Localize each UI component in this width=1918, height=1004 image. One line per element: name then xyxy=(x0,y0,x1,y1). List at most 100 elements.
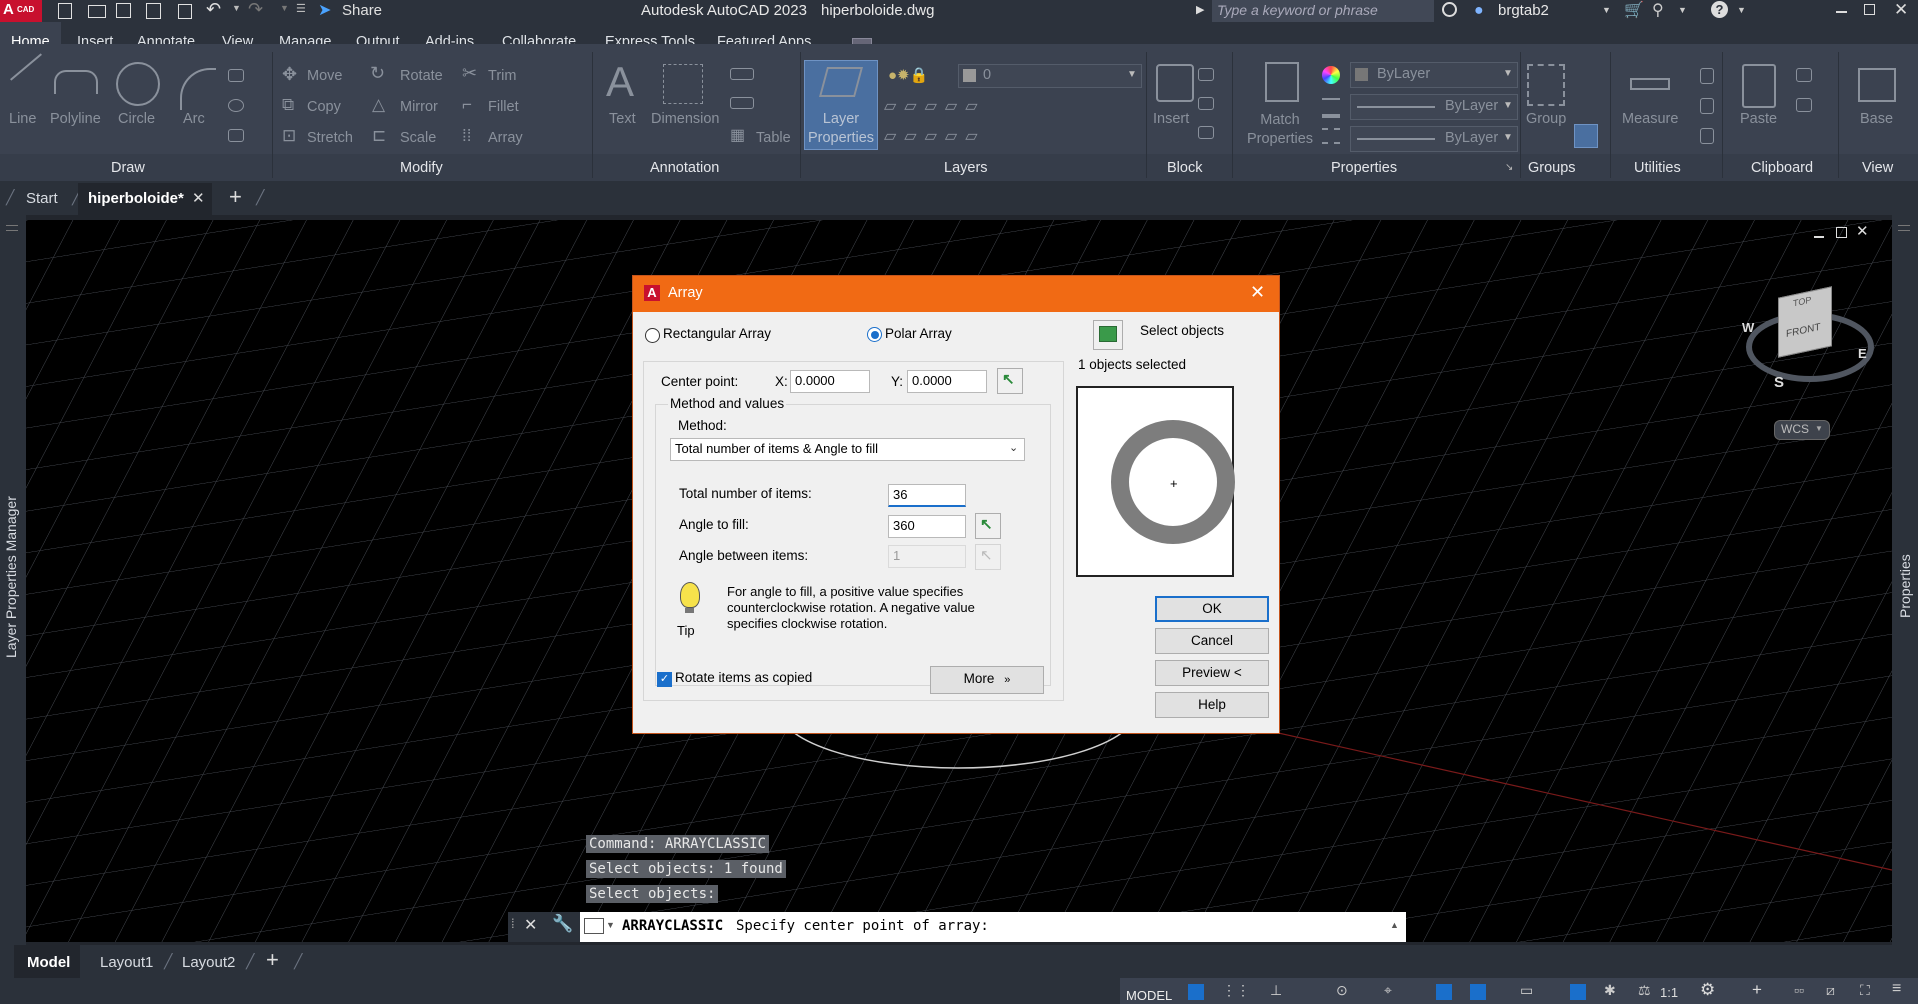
panel-launcher-icon[interactable]: ↘ xyxy=(1505,162,1513,173)
base-view-icon[interactable] xyxy=(1858,68,1896,102)
lineweight-toggle-icon[interactable]: ▭ xyxy=(1520,982,1533,999)
wcs-menu[interactable]: WCS ▼ xyxy=(1774,420,1830,440)
viewcube-east[interactable]: E xyxy=(1858,346,1867,361)
customize-qat-icon[interactable]: ☰ xyxy=(296,2,306,15)
rectangle-icon[interactable] xyxy=(228,69,244,82)
open-folder-icon[interactable] xyxy=(88,5,106,18)
properties-panel-title[interactable]: Properties xyxy=(1331,160,1397,176)
quick-select-icon[interactable] xyxy=(1700,128,1714,144)
line-tool[interactable]: Line xyxy=(9,111,36,127)
polar-array-label[interactable]: Polar Array xyxy=(885,326,952,341)
fillet-icon[interactable]: ⌐ xyxy=(462,95,472,115)
clean-screen-icon[interactable]: ⛶ xyxy=(1860,982,1870,999)
circle-icon[interactable] xyxy=(116,62,160,106)
viewcube-west[interactable]: W xyxy=(1742,320,1754,335)
new-file-icon[interactable] xyxy=(58,3,72,19)
annotation-scale-icon[interactable]: ⚖ xyxy=(1638,982,1651,999)
annotation-scale-value[interactable]: 1:1 xyxy=(1660,985,1678,1000)
rectangular-array-radio[interactable] xyxy=(645,328,660,343)
group-tool[interactable]: Group xyxy=(1526,111,1566,127)
layer-properties-button[interactable]: Layer Properties xyxy=(804,60,878,150)
group-icon[interactable] xyxy=(1527,64,1565,106)
command-prompt[interactable]: Specify center point of array: xyxy=(736,918,989,934)
viewcube-top[interactable]: TOP xyxy=(1793,295,1811,309)
share-icon[interactable]: ➤ xyxy=(318,0,331,20)
linetype-icon[interactable] xyxy=(1322,128,1340,144)
multileader-icon[interactable] xyxy=(730,97,754,109)
osnap-icon[interactable]: ⌖ xyxy=(1384,982,1392,999)
snap-icon[interactable]: ⋮⋮ xyxy=(1222,982,1250,999)
model-space-toggle[interactable]: MODEL xyxy=(1126,988,1172,1003)
dialog-title-bar[interactable]: A Array ✕ xyxy=(633,276,1279,312)
text-icon[interactable]: A xyxy=(606,58,634,106)
command-history-toggle-icon[interactable]: ▲ xyxy=(1390,920,1399,930)
properties-palette-label[interactable]: Properties xyxy=(1897,548,1913,618)
stretch-tool[interactable]: Stretch xyxy=(307,130,353,146)
polyline-tool[interactable]: Polyline xyxy=(50,111,101,127)
draw-panel-title[interactable]: Draw xyxy=(111,160,145,176)
viewcube-front[interactable]: FRONT xyxy=(1786,322,1820,340)
properties-palette[interactable]: Properties xyxy=(1892,215,1918,945)
layer-tools-row-1[interactable]: ▱▱▱▱▱ xyxy=(884,96,986,116)
drag-handle-icon[interactable]: ⁞ xyxy=(511,916,515,931)
method-select[interactable]: Total number of items & Angle to fill ⌄ xyxy=(670,438,1025,461)
user-dropdown-icon[interactable]: ▼ xyxy=(1602,5,1611,15)
units-icon[interactable]: ▫▫ xyxy=(1794,982,1804,998)
help-dropdown-icon[interactable]: ▼ xyxy=(1737,5,1746,15)
pick-center-point-button[interactable]: ↖ xyxy=(997,368,1023,394)
table-tool[interactable]: Table xyxy=(756,130,791,146)
annotation-monitor-icon[interactable]: + xyxy=(1752,980,1762,1000)
expand-arrow-icon[interactable]: ▶ xyxy=(1196,3,1204,16)
help-button[interactable]: Help xyxy=(1155,692,1269,718)
restore-window-icon[interactable] xyxy=(1864,4,1875,15)
match-properties-icon[interactable] xyxy=(1265,62,1299,102)
arc-tool[interactable]: Arc xyxy=(183,111,205,127)
center-y-field[interactable]: 0.0000 xyxy=(907,370,987,393)
circle-tool[interactable]: Circle xyxy=(118,111,155,127)
modify-panel-title[interactable]: Modify xyxy=(400,160,443,176)
new-layout-icon[interactable]: + xyxy=(266,947,279,973)
color-dropdown[interactable]: ByLayer ▼ xyxy=(1350,62,1518,88)
command-prompt-icon[interactable] xyxy=(584,918,604,934)
copy-clip-icon[interactable] xyxy=(1796,98,1812,112)
fillet-tool[interactable]: Fillet xyxy=(488,99,519,115)
move-tool[interactable]: Move xyxy=(307,68,342,84)
selection-cycling-icon[interactable] xyxy=(1470,984,1486,1000)
edit-block-icon[interactable] xyxy=(1198,97,1214,110)
ok-button[interactable]: OK xyxy=(1155,596,1269,622)
tab-model[interactable]: Model xyxy=(14,945,80,978)
save-as-icon[interactable] xyxy=(146,3,161,19)
linetype-dropdown[interactable]: ByLayer ▼ xyxy=(1350,126,1518,152)
rotate-items-label[interactable]: Rotate items as copied xyxy=(675,670,812,685)
help-icon[interactable]: ? xyxy=(1711,1,1728,18)
minimize-window-icon[interactable] xyxy=(1836,11,1847,13)
polar-icon[interactable]: ⊙ xyxy=(1336,982,1348,999)
tab-layout2[interactable]: Layout2 xyxy=(182,954,235,971)
user-name[interactable]: brgtab2 xyxy=(1498,2,1549,19)
table-icon[interactable]: ▦ xyxy=(730,125,745,145)
stretch-icon[interactable]: ⊡ xyxy=(282,126,296,146)
search-icon[interactable] xyxy=(1442,2,1457,17)
calculator-icon[interactable] xyxy=(1700,68,1714,84)
groups-panel-title[interactable]: Groups xyxy=(1528,160,1576,176)
rotate-icon[interactable]: ↻ xyxy=(370,63,385,84)
undo-icon[interactable]: ↶ xyxy=(206,0,221,20)
copy-icon[interactable]: ⧉ xyxy=(282,95,294,115)
utilities-panel-title[interactable]: Utilities xyxy=(1634,160,1681,176)
more-button[interactable]: More » xyxy=(930,666,1044,694)
customize-icon[interactable]: 🔧 xyxy=(552,914,573,934)
connect-dropdown-icon[interactable]: ▼ xyxy=(1678,5,1687,15)
copy-tool[interactable]: Copy xyxy=(307,99,341,115)
preview-button[interactable]: Preview < xyxy=(1155,660,1269,686)
clipboard-panel-title[interactable]: Clipboard xyxy=(1751,160,1813,176)
measure-tool[interactable]: Measure xyxy=(1622,111,1678,127)
save-icon[interactable] xyxy=(116,3,131,18)
dynamic-input-icon[interactable] xyxy=(1436,984,1452,1000)
viewport-minimize-icon[interactable] xyxy=(1814,236,1824,238)
close-command-line-icon[interactable]: ✕ xyxy=(524,915,537,935)
select-objects-button[interactable] xyxy=(1093,320,1123,350)
trim-tool[interactable]: Trim xyxy=(488,68,516,84)
annotation-panel-title[interactable]: Annotation xyxy=(650,160,719,176)
search-input[interactable]: Type a keyword or phrase xyxy=(1212,0,1434,22)
insert-block-tool[interactable]: Insert xyxy=(1153,111,1189,127)
